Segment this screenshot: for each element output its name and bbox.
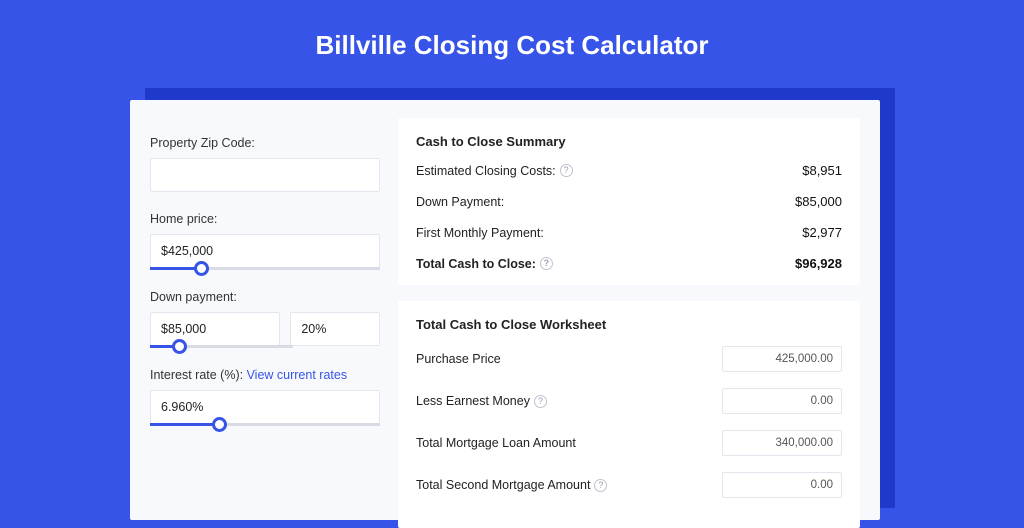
zip-field-group: Property Zip Code: xyxy=(150,136,380,192)
summary-panel: Cash to Close Summary Estimated Closing … xyxy=(398,118,860,285)
down-payment-label: Down payment: xyxy=(150,290,380,304)
help-icon[interactable]: ? xyxy=(534,395,547,408)
worksheet-row-second-mortgage: Total Second Mortgage Amount ? xyxy=(416,472,842,498)
summary-label-total: Total Cash to Close: xyxy=(416,257,536,271)
worksheet-row-purchase-price: Purchase Price xyxy=(416,346,842,372)
summary-label-first-monthly: First Monthly Payment: xyxy=(416,226,544,240)
home-price-field-group: Home price: xyxy=(150,212,380,270)
calculator-card: Property Zip Code: Home price: Down paym… xyxy=(130,100,880,520)
worksheet-input-purchase-price[interactable] xyxy=(722,346,842,372)
summary-label-down-payment: Down Payment: xyxy=(416,195,504,209)
worksheet-input-second-mortgage[interactable] xyxy=(722,472,842,498)
home-price-slider-thumb[interactable] xyxy=(194,261,209,276)
worksheet-label-mortgage-amount: Total Mortgage Loan Amount xyxy=(416,436,576,450)
down-payment-input[interactable] xyxy=(150,312,280,346)
summary-row-closing-costs: Estimated Closing Costs: ? $8,951 xyxy=(416,163,842,178)
summary-row-total: Total Cash to Close: ? $96,928 xyxy=(416,256,842,271)
inputs-column: Property Zip Code: Home price: Down paym… xyxy=(150,118,380,502)
help-icon[interactable]: ? xyxy=(594,479,607,492)
worksheet-input-earnest-money[interactable] xyxy=(722,388,842,414)
worksheet-row-mortgage-amount: Total Mortgage Loan Amount xyxy=(416,430,842,456)
interest-label-text: Interest rate (%): xyxy=(150,368,247,382)
interest-field-group: Interest rate (%): View current rates xyxy=(150,368,380,426)
interest-label: Interest rate (%): View current rates xyxy=(150,368,380,382)
interest-slider[interactable] xyxy=(150,423,380,426)
summary-label-closing-costs: Estimated Closing Costs: xyxy=(416,164,556,178)
interest-slider-fill xyxy=(150,423,219,426)
view-rates-link[interactable]: View current rates xyxy=(247,368,348,382)
help-icon[interactable]: ? xyxy=(560,164,573,177)
down-payment-pct-input[interactable] xyxy=(290,312,380,346)
home-price-slider[interactable] xyxy=(150,267,380,270)
worksheet-input-mortgage-amount[interactable] xyxy=(722,430,842,456)
zip-input[interactable] xyxy=(150,158,380,192)
help-icon[interactable]: ? xyxy=(540,257,553,270)
worksheet-row-earnest-money: Less Earnest Money ? xyxy=(416,388,842,414)
home-price-label: Home price: xyxy=(150,212,380,226)
page-title: Billville Closing Cost Calculator xyxy=(0,0,1024,83)
home-price-input[interactable] xyxy=(150,234,380,268)
down-payment-field-group: Down payment: xyxy=(150,290,380,348)
summary-value-total: $96,928 xyxy=(795,256,842,271)
zip-label: Property Zip Code: xyxy=(150,136,380,150)
down-payment-slider-thumb[interactable] xyxy=(172,339,187,354)
summary-value-down-payment: $85,000 xyxy=(795,194,842,209)
worksheet-label-purchase-price: Purchase Price xyxy=(416,352,501,366)
worksheet-label-earnest-money: Less Earnest Money xyxy=(416,394,530,408)
worksheet-label-second-mortgage: Total Second Mortgage Amount xyxy=(416,478,590,492)
summary-row-first-monthly: First Monthly Payment: $2,977 xyxy=(416,225,842,240)
summary-value-first-monthly: $2,977 xyxy=(802,225,842,240)
worksheet-title: Total Cash to Close Worksheet xyxy=(416,317,842,332)
results-column: Cash to Close Summary Estimated Closing … xyxy=(398,118,860,502)
down-payment-slider[interactable] xyxy=(150,345,293,348)
summary-title: Cash to Close Summary xyxy=(416,134,842,149)
interest-slider-thumb[interactable] xyxy=(212,417,227,432)
interest-input[interactable] xyxy=(150,390,380,424)
summary-row-down-payment: Down Payment: $85,000 xyxy=(416,194,842,209)
summary-value-closing-costs: $8,951 xyxy=(802,163,842,178)
worksheet-panel: Total Cash to Close Worksheet Purchase P… xyxy=(398,301,860,528)
